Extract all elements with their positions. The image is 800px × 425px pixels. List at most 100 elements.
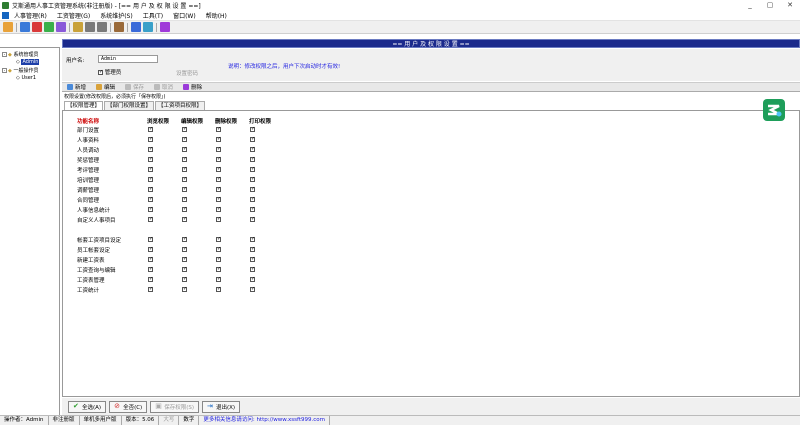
tree-user-user1[interactable]: ◇ User1 [16, 75, 36, 81]
view-permission-checkbox[interactable]: ✓ [148, 137, 153, 142]
print-permission-checkbox[interactable]: ✓ [250, 167, 255, 172]
delete-permission-checkbox[interactable]: ✓ [216, 287, 221, 292]
menu-window[interactable]: 窗口(W) [168, 11, 201, 20]
select-all-button[interactable]: ✔ 全选(A) [68, 400, 107, 413]
admin-checkbox[interactable]: ✓ [98, 70, 103, 75]
view-permission-checkbox[interactable]: ✓ [148, 257, 153, 262]
tab-department-permissions[interactable]: 【部门权限设置】 [104, 101, 155, 110]
save-permissions-button[interactable]: ▣ 保存权限(S) [150, 400, 199, 413]
save-button[interactable]: 保存 [120, 83, 149, 91]
delete-permission-checkbox[interactable]: ✓ [216, 157, 221, 162]
print-permission-checkbox[interactable]: ✓ [250, 177, 255, 182]
edit-permission-checkbox[interactable]: ✓ [182, 147, 187, 152]
edit-permission-checkbox[interactable]: ✓ [182, 127, 187, 132]
menu-salary[interactable]: 工资管理(G) [52, 11, 95, 20]
close-button[interactable]: ✕ [780, 0, 800, 10]
edit-permission-checkbox[interactable]: ✓ [182, 167, 187, 172]
print-permission-checkbox[interactable]: ✓ [250, 247, 255, 252]
calendar-icon[interactable] [131, 22, 141, 32]
delete-permission-checkbox[interactable]: ✓ [216, 207, 221, 212]
maximize-button[interactable]: ▢ [760, 0, 780, 10]
view-permission-checkbox[interactable]: ✓ [148, 197, 153, 202]
edit-button[interactable]: 编辑 [91, 83, 120, 91]
tools-icon[interactable] [114, 22, 124, 32]
print-permission-checkbox[interactable]: ✓ [250, 217, 255, 222]
tab-permissions[interactable]: 【权限管理】 [64, 101, 104, 110]
delete-permission-checkbox[interactable]: ✓ [216, 167, 221, 172]
view-permission-checkbox[interactable]: ✓ [148, 157, 153, 162]
collapse-icon[interactable]: - [2, 52, 7, 57]
print-permission-checkbox[interactable]: ✓ [250, 127, 255, 132]
print-permission-checkbox[interactable]: ✓ [250, 257, 255, 262]
tree-group-admins[interactable]: - ◆ 系统管理员 [2, 51, 38, 58]
delete-permission-checkbox[interactable]: ✓ [216, 217, 221, 222]
exit-button[interactable]: ⇥ 退出(X) [202, 400, 241, 413]
menu-tools[interactable]: 工具(T) [138, 11, 168, 20]
print-permission-checkbox[interactable]: ✓ [250, 157, 255, 162]
view-permission-checkbox[interactable]: ✓ [148, 287, 153, 292]
tree-user-admin[interactable]: ◇ Admin [16, 59, 40, 65]
set-password-button[interactable]: 设置密码 [176, 69, 198, 77]
print-permission-checkbox[interactable]: ✓ [250, 277, 255, 282]
salary-icon[interactable] [44, 22, 54, 32]
view-permission-checkbox[interactable]: ✓ [148, 267, 153, 272]
edit-permission-checkbox[interactable]: ✓ [182, 157, 187, 162]
view-permission-checkbox[interactable]: ✓ [148, 207, 153, 212]
edit-permission-checkbox[interactable]: ✓ [182, 187, 187, 192]
edit-permission-checkbox[interactable]: ✓ [182, 257, 187, 262]
menu-personnel[interactable]: 人事管理(R) [9, 11, 52, 20]
edit-permission-checkbox[interactable]: ✓ [182, 177, 187, 182]
delete-permission-checkbox[interactable]: ✓ [216, 137, 221, 142]
status-website-link[interactable]: 更多相关信息请访问: http://www.xssft999.com [199, 416, 331, 425]
view-permission-checkbox[interactable]: ✓ [148, 127, 153, 132]
select-none-button[interactable]: ⊘ 全否(C) [109, 400, 148, 413]
print-permission-checkbox[interactable]: ✓ [250, 187, 255, 192]
help-icon[interactable] [160, 22, 170, 32]
minimize-button[interactable]: _ [740, 0, 760, 10]
delete-permission-checkbox[interactable]: ✓ [216, 277, 221, 282]
print-permission-checkbox[interactable]: ✓ [250, 207, 255, 212]
admin-checkbox-row[interactable]: ✓ 管理员 [98, 68, 121, 76]
delete-permission-checkbox[interactable]: ✓ [216, 177, 221, 182]
edit-permission-checkbox[interactable]: ✓ [182, 287, 187, 292]
print-permission-checkbox[interactable]: ✓ [250, 267, 255, 272]
home-icon[interactable] [3, 22, 13, 32]
username-input[interactable]: Admin [98, 55, 158, 63]
dropdown-icon[interactable] [97, 22, 107, 32]
delete-button[interactable]: 删除 [178, 83, 207, 91]
view-permission-checkbox[interactable]: ✓ [148, 187, 153, 192]
cancel-button[interactable]: 取消 [149, 83, 178, 91]
delete-permission-checkbox[interactable]: ✓ [216, 187, 221, 192]
edit-permission-checkbox[interactable]: ✓ [182, 247, 187, 252]
delete-permission-checkbox[interactable]: ✓ [216, 197, 221, 202]
window-icon[interactable] [143, 22, 153, 32]
view-permission-checkbox[interactable]: ✓ [148, 177, 153, 182]
records-icon[interactable] [32, 22, 42, 32]
delete-permission-checkbox[interactable]: ✓ [216, 237, 221, 242]
new-button[interactable]: 新增 [62, 83, 91, 91]
delete-permission-checkbox[interactable]: ✓ [216, 257, 221, 262]
print-permission-checkbox[interactable]: ✓ [250, 197, 255, 202]
delete-permission-checkbox[interactable]: ✓ [216, 127, 221, 132]
print-permission-checkbox[interactable]: ✓ [250, 137, 255, 142]
view-permission-checkbox[interactable]: ✓ [148, 247, 153, 252]
view-permission-checkbox[interactable]: ✓ [148, 237, 153, 242]
edit-permission-checkbox[interactable]: ✓ [182, 137, 187, 142]
collapse-icon[interactable]: - [2, 68, 7, 73]
print-permission-checkbox[interactable]: ✓ [250, 287, 255, 292]
filter-icon[interactable] [85, 22, 95, 32]
delete-permission-checkbox[interactable]: ✓ [216, 247, 221, 252]
undo-icon[interactable] [73, 22, 83, 32]
edit-permission-checkbox[interactable]: ✓ [182, 197, 187, 202]
view-permission-checkbox[interactable]: ✓ [148, 217, 153, 222]
report-icon[interactable] [56, 22, 66, 32]
view-permission-checkbox[interactable]: ✓ [148, 147, 153, 152]
print-permission-checkbox[interactable]: ✓ [250, 237, 255, 242]
menu-system[interactable]: 系统维护(S) [95, 11, 138, 20]
edit-permission-checkbox[interactable]: ✓ [182, 267, 187, 272]
edit-permission-checkbox[interactable]: ✓ [182, 237, 187, 242]
view-permission-checkbox[interactable]: ✓ [148, 277, 153, 282]
tree-group-operators[interactable]: - ◆ 一般操作员 [2, 67, 38, 74]
delete-permission-checkbox[interactable]: ✓ [216, 267, 221, 272]
tab-salary-item-permissions[interactable]: 【工资项目权限】 [155, 101, 206, 110]
